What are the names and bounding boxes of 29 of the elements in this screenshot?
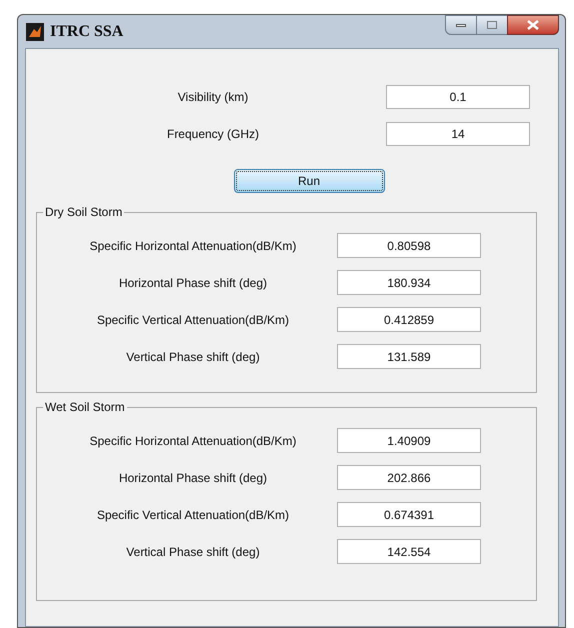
output-field[interactable]: 131.589 <box>337 344 481 369</box>
panel-title: Dry Soil Storm <box>43 205 124 219</box>
output-label: Vertical Phase shift (deg) <box>125 544 261 560</box>
input-field[interactable]: 0.1 <box>386 85 530 109</box>
run-button[interactable]: Run <box>234 169 384 193</box>
app-logo-icon <box>26 22 44 40</box>
field-label: Frequency (GHz) <box>166 126 260 143</box>
output-field[interactable]: 142.554 <box>337 539 481 564</box>
minimize-button[interactable] <box>445 15 477 35</box>
output-field[interactable]: 0.412859 <box>337 307 481 332</box>
output-label: Specific Vertical Attenuation(dB/Km) <box>96 312 290 328</box>
output-label: Specific Vertical Attenuation(dB/Km) <box>96 506 290 524</box>
output-field[interactable]: 180.934 <box>337 270 481 295</box>
output-field[interactable]: 0.674391 <box>337 502 481 527</box>
output-label: Horizontal Phase shift (deg) <box>118 470 268 486</box>
window-title: ITRC SSA <box>50 22 124 42</box>
panel-title: Wet Soil Storm <box>43 400 127 414</box>
output-label: Specific Horizontal Attenuation(dB/Km) <box>88 238 298 254</box>
input-field[interactable]: 14 <box>386 122 530 146</box>
field-label: Visibility (km) <box>176 89 250 106</box>
output-label: Horizontal Phase shift (deg) <box>118 274 268 292</box>
output-label: Specific Horizontal Attenuation(dB/Km) <box>88 432 298 450</box>
output-field[interactable]: 1.40909 <box>337 428 481 453</box>
output-label: Vertical Phase shift (deg) <box>125 348 261 366</box>
maximize-button[interactable] <box>477 15 507 35</box>
close-icon <box>527 20 539 30</box>
close-button[interactable] <box>507 15 559 35</box>
output-field[interactable]: 202.866 <box>337 465 481 490</box>
output-field[interactable]: 0.80598 <box>337 233 481 258</box>
